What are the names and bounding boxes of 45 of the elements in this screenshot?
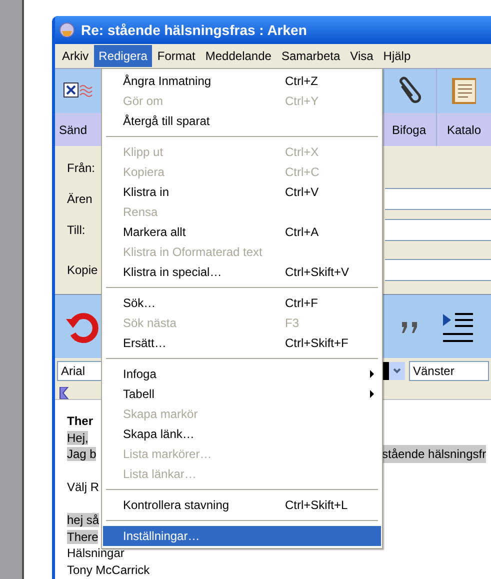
menu-item[interactable]: Ångra Inmatning Ctrl+Z — [103, 71, 381, 91]
field-label: Till: — [67, 222, 86, 239]
menu-bar-item[interactable]: Hjälp — [378, 45, 416, 67]
message-text: Jag b — [67, 447, 96, 462]
menu-item[interactable]: Sök… Ctrl+F — [103, 293, 381, 313]
menu-bar-item[interactable]: Samarbeta — [276, 45, 346, 67]
message-text: There — [67, 530, 98, 544]
menu-item[interactable]: Återgå till sparat — [103, 111, 381, 131]
menu-bar-item[interactable]: Visa — [345, 45, 378, 67]
indent-marker-icon — [59, 387, 69, 399]
menu-item[interactable]: Ersätt… Ctrl+Skift+F — [103, 333, 381, 353]
menu-item[interactable]: Klistra in special… Ctrl+Skift+V — [103, 262, 381, 282]
menu-item[interactable]: Klistra in Ctrl+V — [103, 182, 381, 202]
message-text: Hälsningar — [67, 546, 124, 560]
alignment-dropdown[interactable]: Vänster — [409, 361, 489, 381]
message-text: stående hälsningsfr — [382, 445, 486, 464]
envelope-icon — [59, 22, 75, 38]
address-book-icon — [450, 76, 478, 106]
menu-item[interactable]: Tabell — [103, 384, 381, 404]
menu-item[interactable]: Kontrollera stavning Ctrl+Skift+L — [103, 495, 381, 515]
message-text: Ther — [67, 414, 94, 428]
window-title: Re: stående hälsningsfras : Arken — [81, 20, 307, 40]
submenu-arrow-icon — [370, 390, 374, 398]
menu-bar-item[interactable]: Meddelande — [200, 45, 276, 67]
message-text: Hej, — [67, 430, 88, 445]
menu-item[interactable]: Inställningar… — [103, 526, 381, 546]
message-text: Tony McCarrick — [67, 562, 150, 577]
message-text: Välj R — [67, 480, 100, 494]
field-label: Från: — [67, 160, 96, 177]
menu-bar-item[interactable]: Arkiv — [57, 45, 94, 67]
field-label: Ären — [67, 190, 92, 208]
chevron-down-icon — [393, 368, 401, 374]
menu-item[interactable]: Markera allt Ctrl+A — [103, 222, 381, 242]
cancel-icon — [63, 82, 93, 100]
menu-item[interactable]: Infoga — [103, 364, 381, 384]
message-text: hej så — [67, 513, 100, 528]
input-field[interactable] — [385, 258, 491, 281]
menu-bar-item[interactable]: Redigera — [94, 45, 152, 67]
input-field[interactable] — [385, 188, 491, 210]
menu-bar-item[interactable]: Format — [152, 45, 200, 67]
field-label: Kopie — [67, 262, 98, 279]
submenu-arrow-icon — [370, 370, 374, 378]
menu-item[interactable]: Skapa länk… — [103, 424, 381, 444]
dropdown-button[interactable] — [389, 362, 405, 380]
input-field[interactable] — [385, 218, 491, 241]
